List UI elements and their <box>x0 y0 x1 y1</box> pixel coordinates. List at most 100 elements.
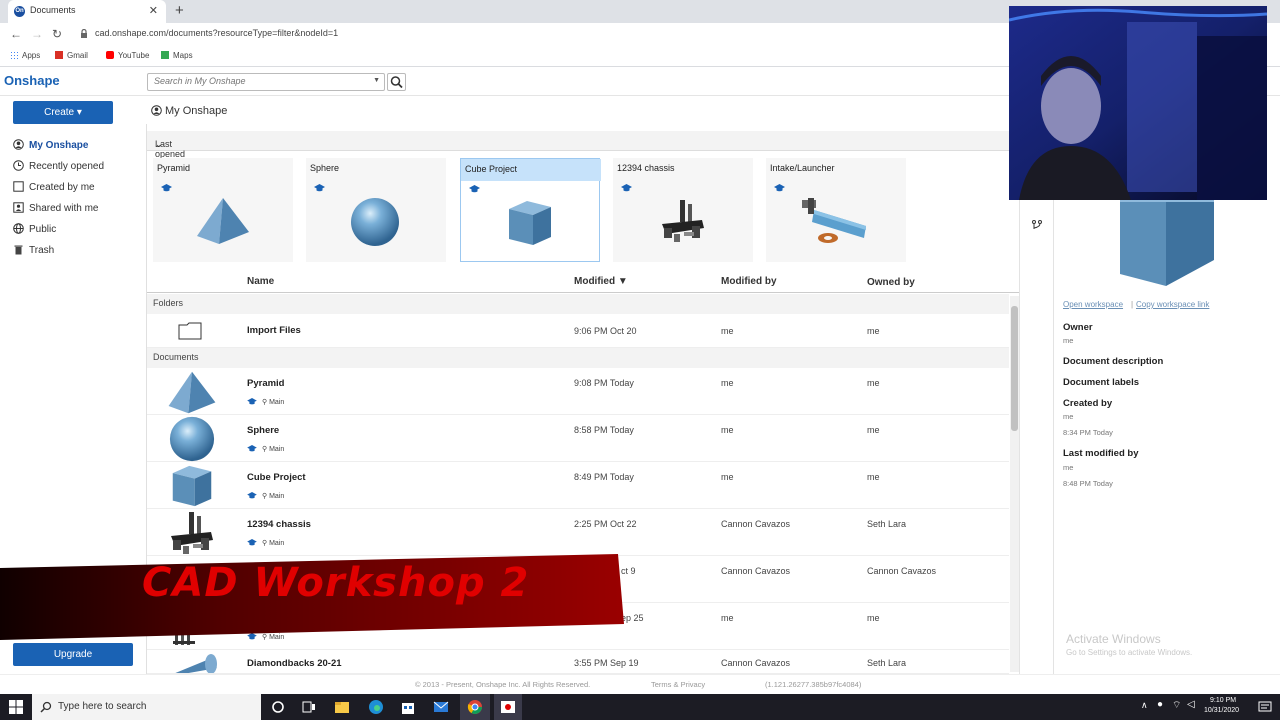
modified-by-cell: Cannon Cavazos <box>721 658 791 668</box>
bookmark-youtube[interactable]: YouTube <box>106 51 149 60</box>
upgrade-button[interactable]: Upgrade <box>13 643 133 666</box>
sphere-thumbnail <box>169 416 215 462</box>
education-cap-icon <box>469 185 480 193</box>
card-title: Intake/Launcher <box>770 163 835 173</box>
document-labels-label[interactable]: Document labels <box>1063 377 1139 388</box>
search-box[interactable]: ▼ <box>147 73 385 91</box>
document-name[interactable]: Pyramid <box>247 378 285 389</box>
recorder-icon <box>501 701 515 713</box>
recent-section-header[interactable]: ⌄ Last opened by me <box>147 131 1019 169</box>
volume-icon[interactable]: ◁ <box>1187 699 1195 710</box>
chassis-thumbnail <box>662 200 704 242</box>
modified-cell: 8:49 PM Today <box>574 472 634 482</box>
table-row[interactable]: Cube Project ⚲ Main 8:49 PM Today me me <box>147 462 1009 509</box>
document-name[interactable]: Cube Project <box>247 472 306 483</box>
sidebar-item-my-onshape[interactable]: My Onshape <box>13 139 88 157</box>
notification-icon[interactable] <box>1258 700 1272 714</box>
document-name[interactable]: 12394 chassis <box>247 519 311 530</box>
scrollbar-thumb[interactable] <box>1011 306 1018 431</box>
column-header-name[interactable]: Name <box>247 276 274 287</box>
education-cap-icon <box>314 184 325 192</box>
chrome-taskbar-active[interactable] <box>460 694 490 720</box>
url-field[interactable]: cad.onshape.com/documents?resourceType=f… <box>95 28 338 38</box>
document-description-label[interactable]: Document description <box>1063 356 1163 367</box>
sidebar-item-public[interactable]: Public <box>13 223 56 241</box>
mail-icon[interactable] <box>433 699 449 715</box>
bookmark-apps[interactable]: Apps <box>10 51 40 60</box>
cortana-icon[interactable] <box>270 699 286 715</box>
new-tab-button[interactable]: + <box>175 2 184 19</box>
education-cap-icon <box>161 184 172 192</box>
branch-tag: ⚲ Main <box>247 539 284 547</box>
create-button[interactable]: Create ▾ <box>13 101 113 124</box>
open-workspace-link[interactable]: Open workspace <box>1063 300 1123 309</box>
user-circle-icon <box>13 139 24 150</box>
cube-thumbnail <box>172 465 212 507</box>
microphone-icon[interactable]: ● <box>1157 699 1163 710</box>
scrollbar[interactable] <box>1010 296 1019 672</box>
store-icon[interactable] <box>400 699 416 715</box>
reload-icon[interactable]: ↻ <box>52 27 62 41</box>
task-view-icon[interactable] <box>301 699 317 715</box>
recorder-taskbar-active[interactable] <box>494 694 522 720</box>
wifi-icon[interactable]: ⌔ <box>1172 699 1181 712</box>
branch-tag: ⚲ Main <box>247 398 284 406</box>
recent-card-sphere[interactable]: Sphere <box>306 158 446 262</box>
bookmark-gmail[interactable]: Gmail <box>55 51 88 60</box>
last-modified-at-value: 8:48 PM Today <box>1063 479 1113 488</box>
copy-workspace-link[interactable]: Copy workspace link <box>1136 300 1209 309</box>
education-cap-icon <box>247 539 257 546</box>
owned-by-cell: Seth Lara <box>867 519 907 529</box>
table-row[interactable]: Import Files 9:06 PM Oct 20 me me <box>147 314 1009 348</box>
breadcrumb: My Onshape <box>151 105 227 117</box>
windows-start-icon[interactable] <box>8 699 24 715</box>
search-dropdown-icon[interactable]: ▼ <box>373 77 380 84</box>
table-row[interactable]: Sphere ⚲ Main 8:58 PM Today me me <box>147 415 1009 462</box>
sidebar-item-shared-with-me[interactable]: Shared with me <box>13 202 98 220</box>
clock-date[interactable]: 10/31/2020 <box>1204 707 1239 714</box>
folders-section-header: Folders <box>147 294 1009 314</box>
file-explorer-icon[interactable] <box>334 699 350 715</box>
sidebar-item-trash[interactable]: Trash <box>13 244 54 262</box>
branch-icon[interactable] <box>1031 219 1043 231</box>
education-cap-icon <box>621 184 632 192</box>
created-at-value: 8:34 PM Today <box>1063 428 1113 437</box>
search-input[interactable] <box>154 76 364 86</box>
pyramid-thumbnail <box>168 371 216 414</box>
table-row[interactable]: 12394 chassis ⚲ Main 2:25 PM Oct 22 Cann… <box>147 509 1009 556</box>
taskbar-search[interactable]: Type here to search <box>32 694 261 720</box>
close-tab-icon[interactable]: ✕ <box>149 4 158 17</box>
sphere-thumbnail <box>351 198 399 246</box>
edge-icon[interactable] <box>368 699 384 715</box>
recent-card-12394-chassis[interactable]: 12394 chassis <box>613 158 753 262</box>
table-row[interactable]: Pyramid ⚲ Main 9:08 PM Today me me <box>147 368 1009 415</box>
clock-time[interactable]: 9:10 PM <box>1210 697 1236 704</box>
sidebar-item-created-by-me[interactable]: Created by me <box>13 181 95 199</box>
recent-card-pyramid[interactable]: Pyramid <box>153 158 293 262</box>
shared-user-icon <box>13 202 24 213</box>
tray-chevron-icon[interactable]: ∧ <box>1141 700 1148 711</box>
windows-taskbar: Type here to search ∧ ● ⌔ ◁ 9:10 PM 10/3… <box>0 694 1280 720</box>
bookmark-maps[interactable]: Maps <box>161 51 193 60</box>
version-text: (1.121.26277.385b97fc4084) <box>765 680 862 689</box>
recent-card-intake-launcher[interactable]: Intake/Launcher <box>766 158 906 262</box>
recent-card-cube-project[interactable]: Cube Project <box>460 158 601 262</box>
column-header-modified-by[interactable]: Modified by <box>721 276 777 287</box>
branch-tag: ⚲ Main <box>247 445 284 453</box>
sidebar-item-recently-opened[interactable]: Recently opened <box>13 160 104 178</box>
onshape-logo[interactable]: Onshape <box>4 73 60 88</box>
back-icon[interactable]: ← <box>10 27 22 41</box>
column-header-modified[interactable]: Modified ▼ <box>574 276 628 287</box>
document-name[interactable]: Sphere <box>247 425 279 436</box>
browser-tab[interactable]: On Documents ✕ <box>8 0 166 23</box>
taskbar-search-input[interactable]: Type here to search <box>58 701 146 712</box>
card-title: 12394 chassis <box>617 163 675 173</box>
document-name[interactable]: Diamondbacks 20-21 <box>247 658 342 669</box>
modified-cell: 3:55 PM Sep 19 <box>574 658 639 668</box>
table-row[interactable]: Diamondbacks 20-21 3:55 PM Sep 19 Cannon… <box>147 650 1009 674</box>
search-button[interactable] <box>387 73 406 91</box>
column-header-owned-by[interactable]: Owned by <box>867 277 915 288</box>
folder-name[interactable]: Import Files <box>247 325 301 336</box>
forward-icon[interactable]: → <box>31 27 43 41</box>
terms-link[interactable]: Terms & Privacy <box>651 680 705 689</box>
